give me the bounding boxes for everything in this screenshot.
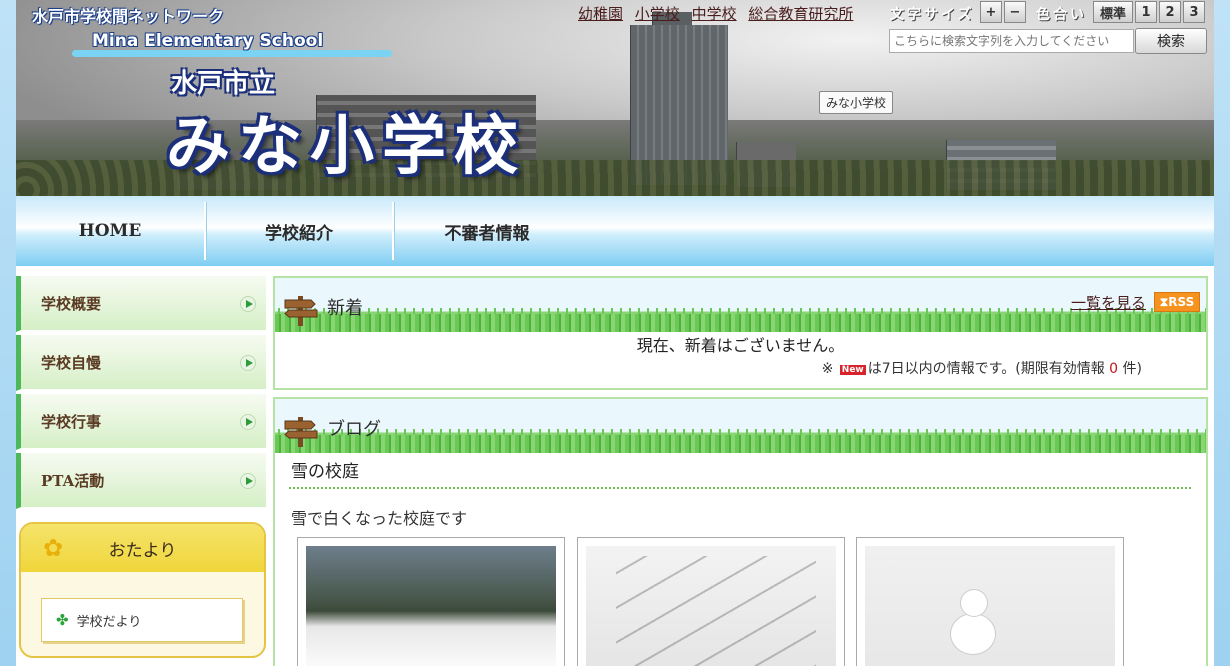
- sidebar-item-label: 学校自慢: [41, 353, 102, 372]
- rss-button[interactable]: ⧗ RSS: [1154, 292, 1200, 312]
- arrow-right-icon: [240, 355, 256, 371]
- photo-thumbnail[interactable]: [297, 537, 565, 666]
- footprints-in-snow-photo: [586, 546, 836, 666]
- snowy-schoolyard-photo: [306, 546, 556, 666]
- network-title[interactable]: 水戸市学校間ネットワーク: [32, 3, 224, 27]
- rss-icon: ⧗: [1159, 294, 1169, 309]
- link-education-institute[interactable]: 総合教育研究所: [748, 5, 853, 23]
- site-header: 水戸市学校間ネットワーク Mina Elementary School 水戸市立…: [16, 0, 1214, 196]
- news-title: 新着: [327, 298, 363, 319]
- english-school-name: Mina Elementary School: [92, 31, 324, 51]
- post-divider: [289, 487, 1191, 489]
- rss-label: RSS: [1168, 295, 1195, 309]
- blog-header: ブログ: [275, 399, 1206, 453]
- note-middle: は7日以内の情報です。(期限有効情報: [867, 361, 1105, 377]
- search-input[interactable]: [889, 29, 1134, 53]
- signpost-icon: [284, 296, 318, 326]
- link-kindergarten[interactable]: 幼稚園: [578, 5, 623, 23]
- right-frame: [1214, 0, 1230, 666]
- arrow-right-icon: [240, 296, 256, 312]
- tooltip: みな小学校: [819, 91, 894, 114]
- sidebar-item-events[interactable]: 学校行事: [16, 394, 266, 450]
- sidebar-item-pta[interactable]: PTA活動: [16, 453, 266, 509]
- signpost-icon: [284, 417, 318, 447]
- color-3-button[interactable]: 3: [1183, 1, 1205, 23]
- font-size-label: 文字サイズ: [890, 7, 975, 23]
- footprints-decoration: [616, 556, 816, 666]
- sidebar-item-overview[interactable]: 学校概要: [16, 276, 266, 332]
- font-plus-button[interactable]: +: [980, 1, 1002, 23]
- font-minus-button[interactable]: −: [1004, 1, 1026, 23]
- nav-suspicious-person-info[interactable]: 不審者情報: [394, 196, 580, 266]
- no-news-message: 現在、新着はございません。: [636, 336, 845, 355]
- photo-thumbnail[interactable]: [856, 537, 1124, 666]
- color-1-button[interactable]: 1: [1135, 1, 1157, 23]
- snowman-body: [951, 614, 995, 654]
- sidebar-item-pride[interactable]: 学校自慢: [16, 335, 266, 391]
- left-frame: [0, 0, 16, 666]
- dandelion-icon: ✿: [43, 534, 64, 562]
- search-button[interactable]: 検索: [1135, 28, 1207, 54]
- nav-school-intro[interactable]: 学校紹介: [206, 196, 392, 266]
- news-header: 新着 一覧を見る ⧗ RSS: [275, 278, 1206, 332]
- blog-box: ブログ 雪の校庭 雪で白くなった校庭です: [273, 397, 1208, 666]
- photo-thumbnail[interactable]: [577, 537, 845, 666]
- arrow-right-icon: [240, 414, 256, 430]
- grass-decoration: [275, 314, 1206, 332]
- clover-icon: ✤: [56, 611, 69, 629]
- otayori-panel: ✿ おたより ✤ 学校だより: [19, 522, 266, 658]
- news-note: ※ New は7日以内の情報です。(期限有効情報 0 件): [822, 358, 1142, 378]
- note-prefix: ※: [821, 361, 834, 377]
- color-standard-button[interactable]: 標準: [1093, 1, 1133, 23]
- news-box: 新着 一覧を見る ⧗ RSS 現在、新着はございません。 ※ New は7日以内の…: [273, 276, 1208, 390]
- valid-info-count: 0: [1109, 361, 1119, 377]
- link-junior-high[interactable]: 中学校: [692, 5, 737, 23]
- arrow-right-icon: [240, 473, 256, 489]
- sidebar-item-label: 学校行事: [41, 412, 102, 431]
- color-label: 色合い: [1036, 7, 1087, 23]
- english-name-underline: [72, 50, 392, 57]
- main-nav: HOME 学校紹介 不審者情報: [16, 196, 1214, 266]
- snowman-head: [961, 590, 987, 616]
- otayori-header: ✿ おたより: [21, 524, 264, 572]
- sidebar-item-label: 学校概要: [41, 294, 102, 313]
- otayori-title: おたより: [108, 540, 177, 561]
- color-2-button[interactable]: 2: [1159, 1, 1181, 23]
- post-text: 雪で白くなった校庭です: [291, 509, 468, 528]
- grass-decoration: [275, 435, 1206, 453]
- snowman-photo: [865, 546, 1115, 666]
- blog-title: ブログ: [327, 419, 381, 440]
- new-badge: New: [839, 365, 866, 375]
- nav-home[interactable]: HOME: [16, 196, 204, 266]
- school-newsletter-label: 学校だより: [76, 614, 142, 630]
- post-title[interactable]: 雪の校庭: [291, 457, 359, 482]
- link-elementary[interactable]: 小学校: [635, 5, 680, 23]
- note-suffix: 件): [1122, 361, 1142, 377]
- view-list-link[interactable]: 一覧を見る: [1071, 292, 1146, 313]
- school-name-logo[interactable]: みな小学校: [166, 95, 526, 187]
- school-newsletter-link[interactable]: ✤ 学校だより: [41, 598, 243, 642]
- sidebar-item-label: PTA活動: [41, 471, 105, 490]
- top-links: 幼稚園 小学校 中学校 総合教育研究所: [578, 3, 860, 24]
